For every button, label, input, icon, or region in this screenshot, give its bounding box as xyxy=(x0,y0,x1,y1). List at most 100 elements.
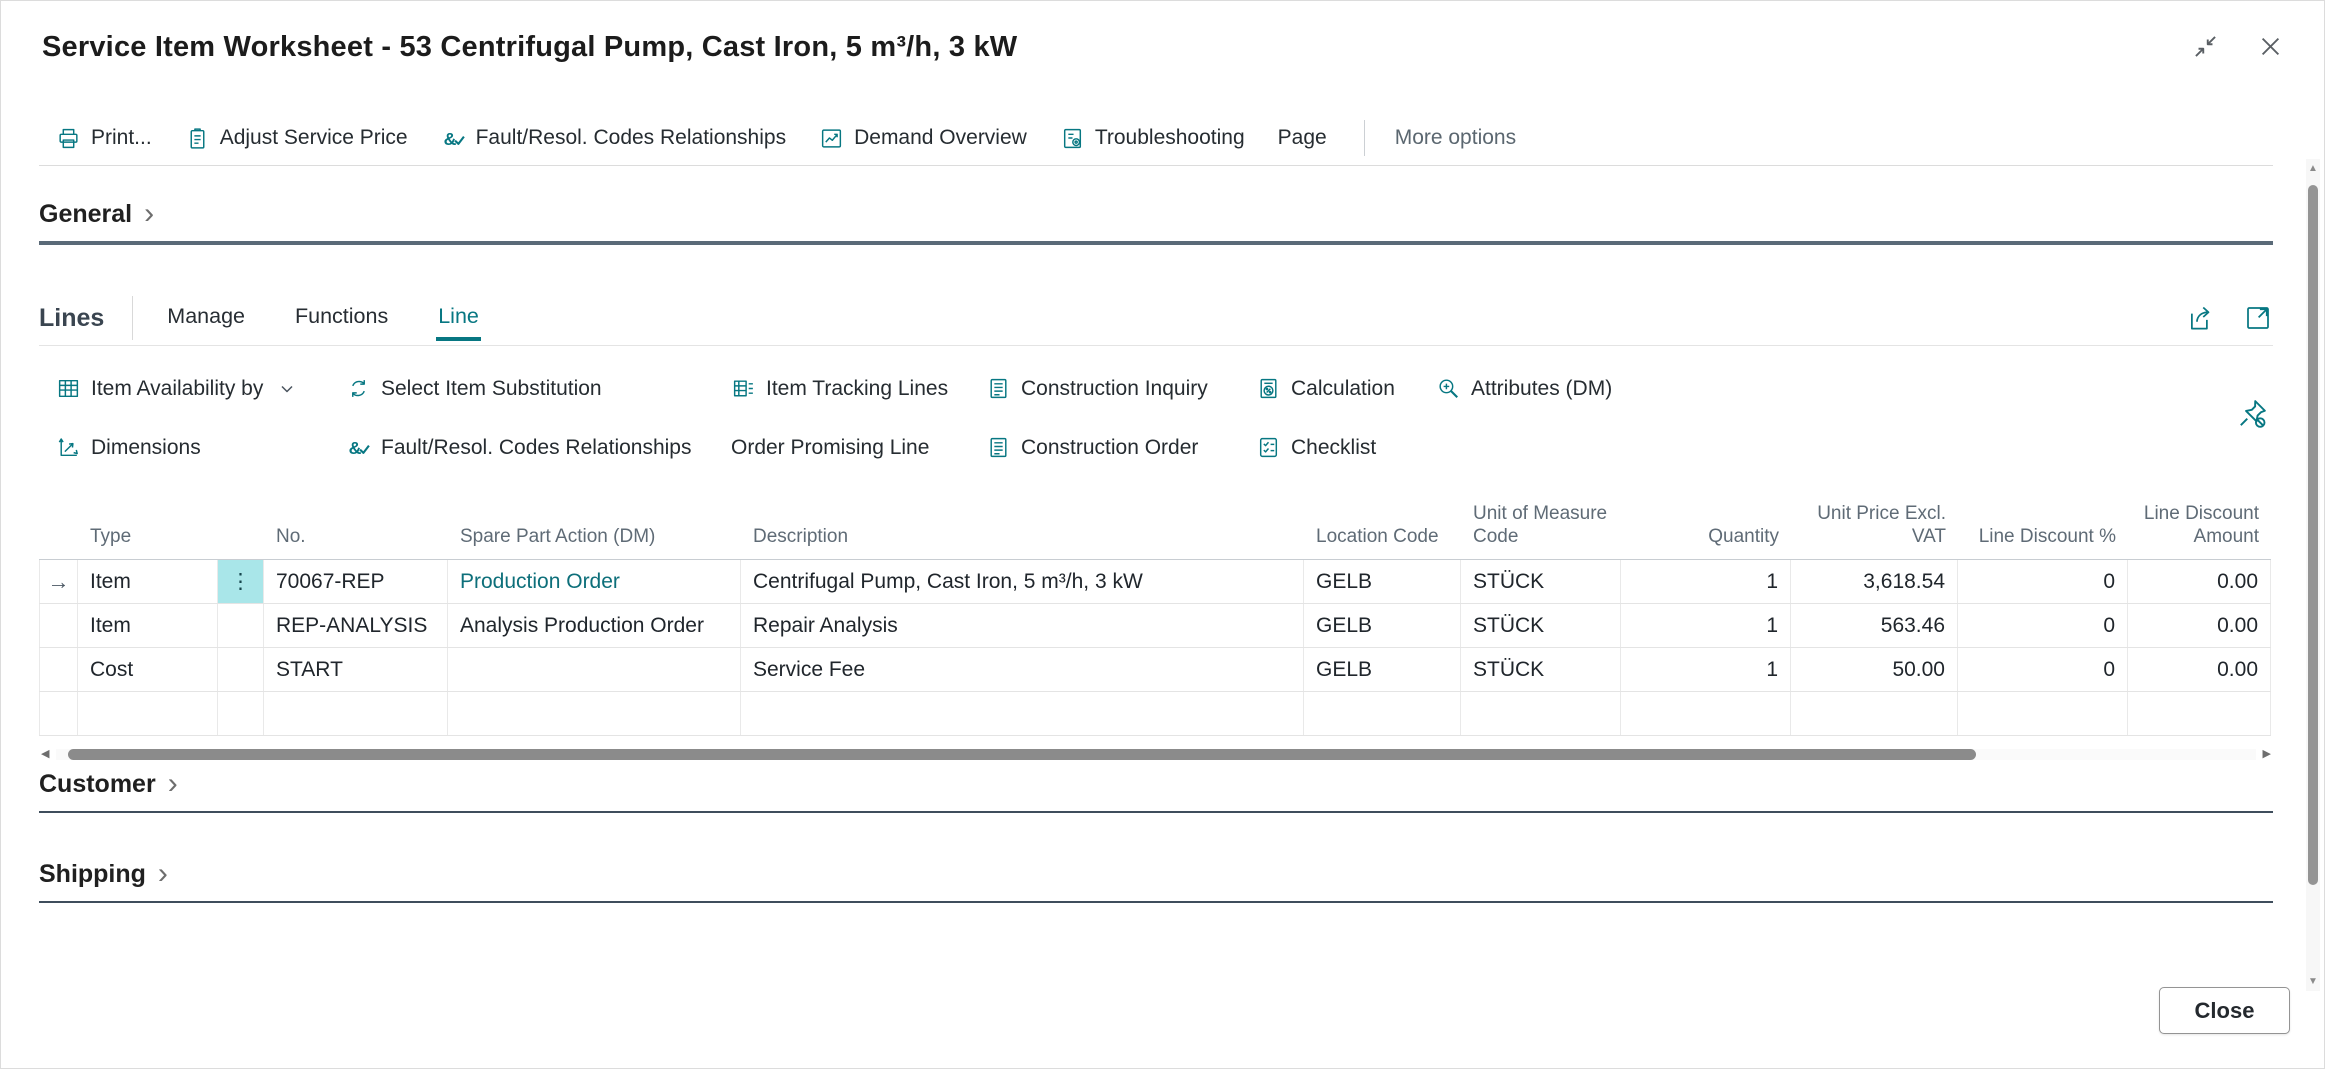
cell-line-discount-pct[interactable] xyxy=(1958,692,2128,735)
cell-description[interactable]: Repair Analysis xyxy=(741,604,1304,647)
calculation-button[interactable]: Calculation xyxy=(1256,376,1436,401)
close-button[interactable]: Close xyxy=(2159,987,2290,1034)
share-icon[interactable] xyxy=(2185,303,2215,333)
cell-spare-part-action[interactable] xyxy=(448,648,741,691)
cell-spare-part-action-link[interactable]: Production Order xyxy=(448,560,741,603)
cell-line-discount-amount[interactable]: 0.00 xyxy=(2128,604,2271,647)
horizontal-scroll-thumb[interactable] xyxy=(68,749,1976,760)
cell-line-discount-pct[interactable]: 0 xyxy=(1958,604,2128,647)
row-options[interactable] xyxy=(218,648,264,691)
scroll-right-icon[interactable]: ▶ xyxy=(2263,749,2271,760)
general-section-header[interactable]: General › xyxy=(39,199,2273,241)
cell-type[interactable]: Cost xyxy=(78,648,218,691)
cell-type[interactable]: Item xyxy=(78,560,218,603)
codes-relationships-icon: & xyxy=(346,435,371,460)
horizontal-scrollbar[interactable]: ◀ ▶ xyxy=(41,747,2271,761)
cell-no[interactable]: 70067-REP xyxy=(264,560,448,603)
cell-line-discount-pct[interactable]: 0 xyxy=(1958,560,2128,603)
adjust-service-price-button[interactable]: Adjust Service Price xyxy=(185,126,408,151)
close-window-icon[interactable] xyxy=(2257,33,2284,60)
item-availability-by-button[interactable]: Item Availability by xyxy=(56,376,346,401)
header-spare-part-action[interactable]: Spare Part Action (DM) xyxy=(448,483,741,559)
cell-type[interactable] xyxy=(78,692,218,735)
open-in-new-window-icon[interactable] xyxy=(2243,303,2273,333)
scroll-left-icon[interactable]: ◀ xyxy=(41,749,49,760)
header-no[interactable]: No. xyxy=(264,483,448,559)
scroll-up-icon[interactable]: ▲ xyxy=(2306,163,2320,174)
header-line-discount-pct[interactable]: Line Discount % xyxy=(1958,483,2128,559)
vertical-scrollbar[interactable]: ▲ ▼ xyxy=(2306,159,2320,991)
cell-line-discount-amount[interactable]: 0.00 xyxy=(2128,560,2271,603)
cell-unit-price-excl-vat[interactable]: 50.00 xyxy=(1791,648,1958,691)
cell-unit-of-measure-code[interactable]: STÜCK xyxy=(1461,604,1621,647)
cell-unit-of-measure-code[interactable]: STÜCK xyxy=(1461,648,1621,691)
cell-unit-price-excl-vat[interactable] xyxy=(1791,692,1958,735)
horizontal-scroll-track[interactable] xyxy=(56,749,2255,760)
fault-resol-codes-line-button[interactable]: & Fault/Resol. Codes Relationships xyxy=(346,435,731,460)
cell-no[interactable] xyxy=(264,692,448,735)
cell-quantity[interactable]: 1 xyxy=(1621,648,1791,691)
cell-unit-price-excl-vat[interactable]: 563.46 xyxy=(1791,604,1958,647)
cell-spare-part-action[interactable] xyxy=(448,692,741,735)
collapse-window-icon[interactable] xyxy=(2192,33,2219,60)
cell-no[interactable]: REP-ANALYSIS xyxy=(264,604,448,647)
tab-functions[interactable]: Functions xyxy=(293,296,390,341)
cell-quantity[interactable] xyxy=(1621,692,1791,735)
checklist-button[interactable]: Checklist xyxy=(1256,435,1436,460)
header-location-code[interactable]: Location Code xyxy=(1304,483,1461,559)
dimensions-button[interactable]: Dimensions xyxy=(56,435,346,460)
cell-quantity[interactable]: 1 xyxy=(1621,604,1791,647)
demand-overview-button[interactable]: Demand Overview xyxy=(819,126,1027,151)
tab-line[interactable]: Line xyxy=(436,296,481,341)
cell-location-code[interactable]: GELB xyxy=(1304,604,1461,647)
construction-document-icon xyxy=(986,376,1011,401)
cell-line-discount-amount[interactable] xyxy=(2128,692,2271,735)
header-unit-of-measure-code[interactable]: Unit of Measure Code xyxy=(1461,483,1621,559)
troubleshooting-button[interactable]: Troubleshooting xyxy=(1060,126,1245,151)
chevron-right-icon: › xyxy=(144,199,154,229)
vertical-scroll-thumb[interactable] xyxy=(2308,185,2318,885)
header-type[interactable]: Type xyxy=(78,483,218,559)
cell-unit-of-measure-code[interactable] xyxy=(1461,692,1621,735)
header-line-discount-amount[interactable]: Line Discount Amount xyxy=(2128,483,2271,559)
header-description[interactable]: Description xyxy=(741,483,1304,559)
adjust-price-icon xyxy=(185,126,210,151)
cell-quantity[interactable]: 1 xyxy=(1621,560,1791,603)
header-quantity[interactable]: Quantity xyxy=(1621,483,1791,559)
window-controls xyxy=(2192,33,2284,60)
item-tracking-lines-button[interactable]: Item Tracking Lines xyxy=(731,376,986,401)
page-menu-button[interactable]: Page xyxy=(1278,126,1327,150)
cell-no[interactable]: START xyxy=(264,648,448,691)
cell-line-discount-amount[interactable]: 0.00 xyxy=(2128,648,2271,691)
cell-location-code[interactable]: GELB xyxy=(1304,560,1461,603)
cell-location-code[interactable] xyxy=(1304,692,1461,735)
cell-spare-part-action[interactable]: Analysis Production Order xyxy=(448,604,741,647)
more-options-button[interactable]: More options xyxy=(1395,126,1516,150)
checklist-label: Checklist xyxy=(1291,436,1376,460)
print-button[interactable]: Print... xyxy=(56,126,152,151)
dimensions-icon xyxy=(56,435,81,460)
cell-line-discount-pct[interactable]: 0 xyxy=(1958,648,2128,691)
customer-section-header[interactable]: Customer › xyxy=(39,769,2273,811)
cell-description[interactable]: Service Fee xyxy=(741,648,1304,691)
order-promising-line-button[interactable]: Order Promising Line xyxy=(731,436,986,460)
select-item-substitution-button[interactable]: Select Item Substitution xyxy=(346,376,731,401)
shipping-section-header[interactable]: Shipping › xyxy=(39,859,2273,901)
unpin-icon[interactable] xyxy=(2236,397,2269,430)
construction-inquiry-button[interactable]: Construction Inquiry xyxy=(986,376,1256,401)
cell-unit-price-excl-vat[interactable]: 3,618.54 xyxy=(1791,560,1958,603)
cell-description[interactable]: Centrifugal Pump, Cast Iron, 5 m³/h, 3 k… xyxy=(741,560,1304,603)
cell-unit-of-measure-code[interactable]: STÜCK xyxy=(1461,560,1621,603)
fault-resol-codes-button[interactable]: & Fault/Resol. Codes Relationships xyxy=(441,126,787,151)
cell-type[interactable]: Item xyxy=(78,604,218,647)
header-unit-price-excl-vat[interactable]: Unit Price Excl. VAT xyxy=(1791,483,1958,559)
attributes-dm-button[interactable]: Attributes (DM) xyxy=(1436,376,1796,401)
construction-order-button[interactable]: Construction Order xyxy=(986,435,1256,460)
tab-manage[interactable]: Manage xyxy=(165,296,247,341)
row-options[interactable] xyxy=(218,604,264,647)
row-options[interactable] xyxy=(218,692,264,735)
row-options-icon[interactable]: ⋮ xyxy=(218,560,264,603)
cell-description[interactable] xyxy=(741,692,1304,735)
cell-location-code[interactable]: GELB xyxy=(1304,648,1461,691)
scroll-down-icon[interactable]: ▼ xyxy=(2306,976,2320,987)
